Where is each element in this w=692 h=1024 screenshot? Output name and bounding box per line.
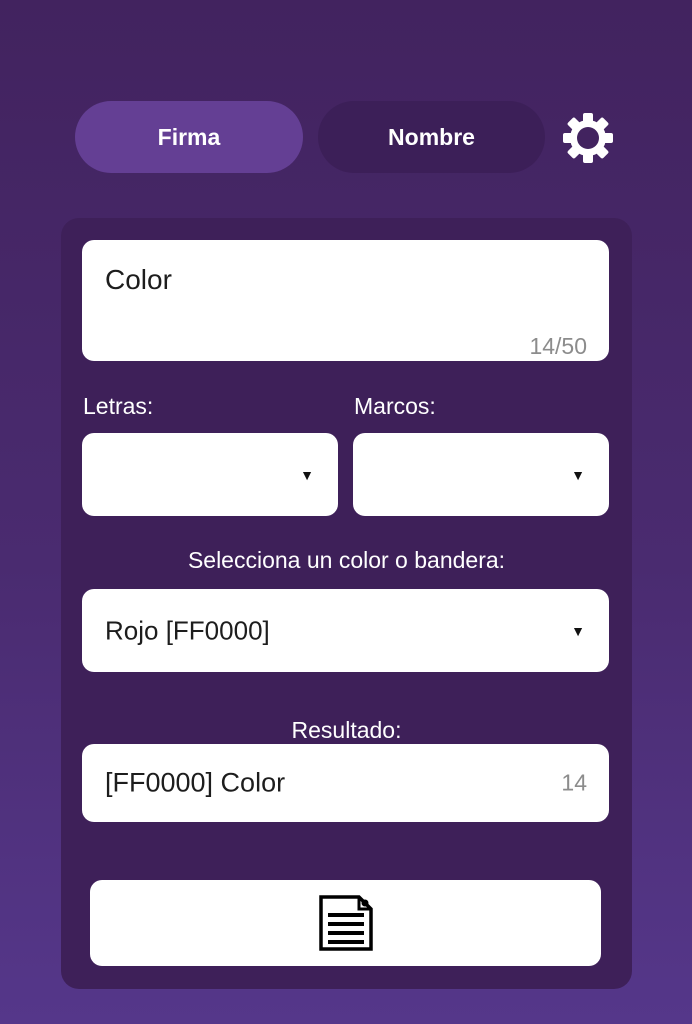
document-icon — [319, 895, 373, 951]
color-select[interactable]: Rojo [FF0000] ▼ — [82, 589, 609, 672]
dropdown-arrow-icon: ▼ — [571, 466, 585, 483]
gear-icon[interactable] — [562, 112, 614, 164]
result-field[interactable]: [FF0000] Color 14 — [82, 744, 609, 822]
result-counter: 14 — [561, 769, 587, 796]
color-select-label: Selecciona un color o bandera: — [187, 547, 506, 573]
marcos-label: Marcos: — [354, 393, 436, 419]
tab-firma[interactable]: Firma — [75, 101, 303, 173]
letras-select[interactable]: ▼ — [82, 433, 338, 516]
text-input-value: Color — [105, 264, 172, 295]
text-input[interactable]: Color 14/50 — [82, 240, 609, 361]
color-select-value: Rojo [FF0000] — [105, 615, 270, 645]
tab-bar: Firma Nombre — [75, 101, 615, 173]
character-counter: 14/50 — [529, 333, 587, 359]
letras-label: Letras: — [83, 393, 154, 419]
copy-button[interactable] — [90, 880, 601, 966]
main-panel: Color 14/50 Letras: Marcos: ▼ ▼ Seleccio… — [61, 218, 632, 989]
dropdown-arrow-icon: ▼ — [300, 466, 314, 483]
result-label: Resultado: — [291, 717, 402, 743]
result-value: [FF0000] Color — [105, 767, 286, 798]
dropdown-arrow-icon: ▼ — [571, 622, 585, 639]
tab-nombre[interactable]: Nombre — [318, 101, 545, 173]
marcos-select[interactable]: ▼ — [353, 433, 609, 516]
